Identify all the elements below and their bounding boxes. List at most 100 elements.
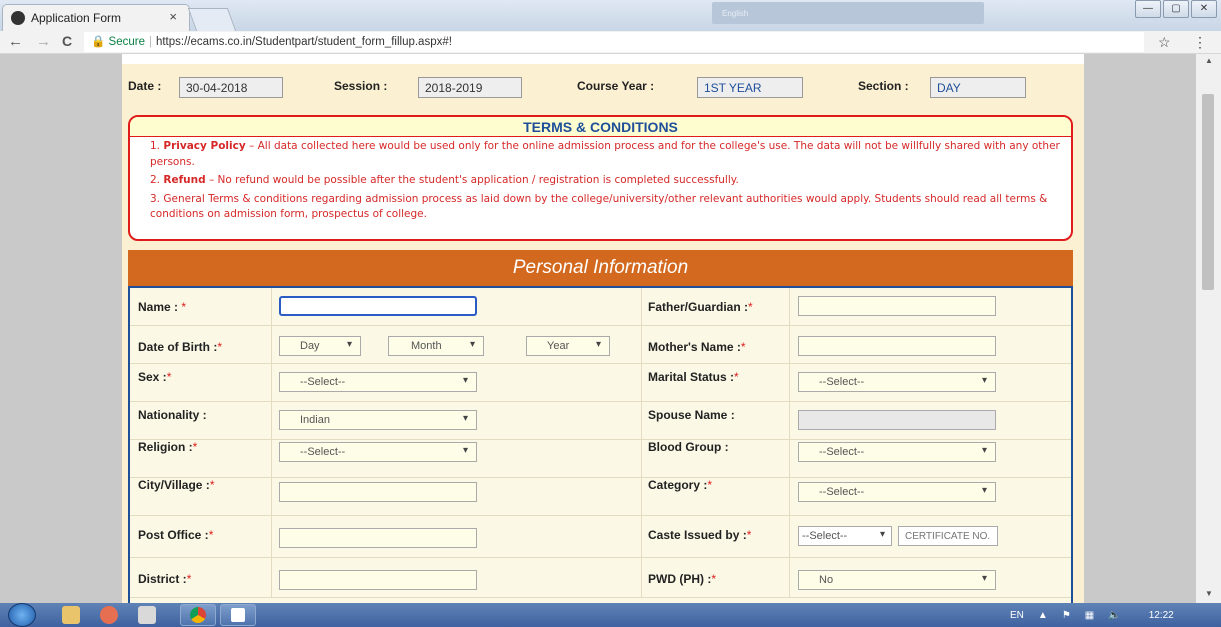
forward-icon[interactable]: →: [36, 33, 51, 50]
left-gutter: [0, 54, 122, 603]
browser-titlebar: Application Form × English — ▢ ✕: [0, 0, 1221, 31]
religion-select[interactable]: --Select--: [279, 442, 477, 462]
address-bar-row: ← → C 🔒 Secure | https://ecams.co.in/Stude…: [0, 31, 1221, 54]
reload-icon[interactable]: C: [62, 33, 72, 49]
marital-select[interactable]: --Select--: [798, 372, 996, 392]
show-hidden-icons-icon[interactable]: ▲: [1038, 610, 1048, 621]
ime-language-label[interactable]: English: [722, 9, 748, 18]
section-title-personal-info: Personal Information: [128, 250, 1073, 286]
scroll-thumb[interactable]: [1202, 94, 1214, 290]
sex-label: Sex :*: [138, 370, 172, 384]
pwd-label: PWD (PH) :*: [648, 572, 716, 586]
url-input[interactable]: 🔒 Secure | https://ecams.co.in/Studentpart…: [84, 32, 1144, 52]
page-viewport: Date : 30-04-2018 Session : 2018-2019 Co…: [0, 54, 1196, 603]
section-label: Section :: [858, 79, 909, 93]
district-input[interactable]: [279, 570, 477, 590]
back-icon[interactable]: ←: [8, 33, 23, 50]
certificate-number-input[interactable]: [898, 526, 998, 546]
top-band: [122, 54, 1084, 64]
name-label: Name : *: [138, 300, 187, 314]
form-row: Nationality : Indian Spouse Name :: [130, 402, 1071, 440]
form-row: District :* PWD (PH) :* No: [130, 558, 1071, 598]
window-controls: — ▢ ✕: [1135, 0, 1217, 18]
calculator-icon[interactable]: [138, 606, 156, 624]
section-field: DAY: [930, 77, 1026, 98]
form-page: Date : 30-04-2018 Session : 2018-2019 Co…: [122, 64, 1084, 603]
new-tab-button[interactable]: [187, 8, 237, 31]
name-input[interactable]: [279, 296, 477, 316]
blood-group-label: Blood Group :: [648, 440, 729, 454]
volume-muted-icon[interactable]: 🔈: [1108, 610, 1120, 621]
secure-label: Secure: [108, 36, 145, 48]
right-gutter: [1084, 54, 1196, 603]
system-tray: EN ▲ ⚑ ▦ 🔈 12:22: [1010, 603, 1174, 627]
form-row: Post Office :* Caste Issued by :* --Sele…: [130, 516, 1071, 558]
date-field: 30-04-2018: [179, 77, 283, 98]
terms-list: 1. Privacy Policy – All data collected h…: [150, 139, 1071, 223]
city-input[interactable]: [279, 482, 477, 502]
nationality-label: Nationality :: [138, 408, 207, 422]
start-button[interactable]: [8, 603, 36, 627]
network-icon[interactable]: ▦: [1085, 610, 1094, 621]
city-label: City/Village :*: [138, 478, 215, 492]
browser-tab[interactable]: Application Form ×: [2, 4, 190, 31]
lock-icon: 🔒: [91, 36, 106, 48]
clock[interactable]: 12:22: [1149, 610, 1174, 621]
course-year-field: 1ST YEAR: [697, 77, 803, 98]
bookmark-star-icon[interactable]: ☆: [1158, 34, 1171, 51]
caste-issued-select[interactable]: --Select--: [798, 526, 892, 546]
action-center-flag-icon[interactable]: ⚑: [1062, 610, 1071, 621]
form-row: Sex :* --Select-- Marital Status :* --Se…: [130, 364, 1071, 402]
maximize-button[interactable]: ▢: [1163, 0, 1189, 18]
blood-group-select[interactable]: --Select--: [798, 442, 996, 462]
nationality-select[interactable]: Indian: [279, 410, 477, 430]
post-office-input[interactable]: [279, 528, 477, 548]
date-label: Date :: [128, 79, 162, 93]
dob-year-select[interactable]: Year: [526, 336, 610, 356]
vertical-scrollbar[interactable]: ▲ ▼: [1196, 54, 1221, 603]
session-field: 2018-2019: [418, 77, 522, 98]
sex-select[interactable]: --Select--: [279, 372, 477, 392]
site-favicon-icon: [11, 11, 25, 25]
form-row: City/Village :* Category :* --Select--: [130, 478, 1071, 516]
close-window-button[interactable]: ✕: [1191, 0, 1217, 18]
personal-info-form: Name : * Father/Guardian :* Date of Birt…: [128, 286, 1073, 603]
dob-day-select[interactable]: Day: [279, 336, 361, 356]
category-select[interactable]: --Select--: [798, 482, 996, 502]
terms-item-refund: 2. Refund – No refund would be possible …: [150, 174, 739, 186]
windows-taskbar: EN ▲ ⚑ ▦ 🔈 12:22: [0, 603, 1221, 627]
terms-item-privacy: 1. Privacy Policy – All data collected h…: [150, 140, 1060, 168]
file-explorer-icon[interactable]: [62, 606, 80, 624]
taskbar-app-button[interactable]: [220, 604, 256, 626]
terms-title: TERMS & CONDITIONS: [130, 117, 1071, 137]
minimize-button[interactable]: —: [1135, 0, 1161, 18]
mother-input[interactable]: [798, 336, 996, 356]
terms-box: TERMS & CONDITIONS 1. Privacy Policy – A…: [128, 115, 1073, 241]
taskbar-chrome-button[interactable]: [180, 604, 216, 626]
dob-month-select[interactable]: Month: [388, 336, 484, 356]
chrome-icon: [190, 607, 206, 623]
district-label: District :*: [138, 572, 192, 586]
url-text: https://ecams.co.in/Studentpart/student_…: [155, 36, 452, 48]
pwd-select[interactable]: No: [798, 570, 996, 590]
ime-toolbar[interactable]: English: [712, 2, 984, 24]
scroll-down-arrow-icon[interactable]: ▼: [1205, 589, 1213, 598]
header-info-row: Date : 30-04-2018 Session : 2018-2019 Co…: [122, 77, 1084, 99]
browser-menu-icon[interactable]: ⋮: [1193, 34, 1207, 51]
father-input[interactable]: [798, 296, 996, 316]
firefox-icon[interactable]: [100, 606, 118, 624]
spouse-input[interactable]: [798, 410, 996, 430]
app-window-icon: [231, 608, 245, 622]
category-label: Category :*: [648, 478, 713, 492]
scroll-up-arrow-icon[interactable]: ▲: [1205, 56, 1213, 65]
form-row: Religion :* --Select-- Blood Group : --S…: [130, 440, 1071, 478]
form-row: Name : * Father/Guardian :*: [130, 288, 1071, 326]
father-label: Father/Guardian :*: [648, 300, 753, 314]
language-indicator[interactable]: EN: [1010, 610, 1024, 621]
marital-label: Marital Status :*: [648, 370, 739, 384]
tab-close-icon[interactable]: ×: [169, 9, 177, 24]
form-row: Date of Birth :* Day Month Year Mother's…: [130, 326, 1071, 364]
religion-label: Religion :*: [138, 440, 198, 454]
tab-title: Application Form: [31, 11, 122, 25]
mother-label: Mother's Name :*: [648, 340, 746, 354]
